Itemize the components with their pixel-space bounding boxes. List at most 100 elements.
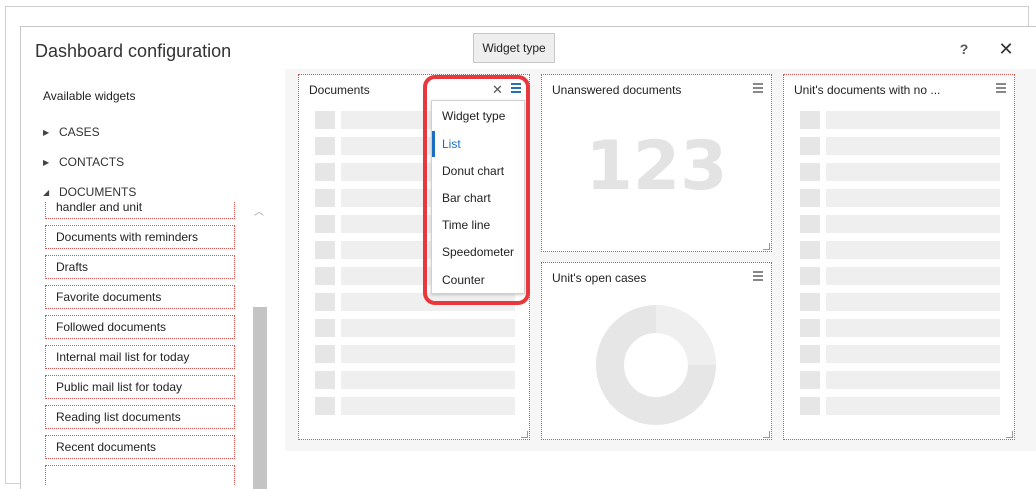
placeholder-row — [800, 163, 1000, 181]
placeholder-row — [800, 267, 1000, 285]
placeholder-bar — [826, 267, 1000, 285]
panel-unanswered-documents[interactable]: Unanswered documents 123 — [541, 74, 772, 252]
placeholder-square — [315, 319, 335, 337]
panel-menu-icon[interactable] — [753, 271, 763, 281]
panel-menu-icon[interactable] — [996, 83, 1006, 93]
placeholder-square — [315, 267, 335, 285]
placeholder-row — [800, 241, 1000, 259]
widget-item-partial[interactable] — [45, 465, 235, 485]
placeholder-bar — [341, 319, 515, 337]
menu-item-time-line[interactable]: Time line — [432, 212, 524, 238]
category-cases[interactable]: ▶ CASES — [43, 125, 100, 139]
placeholder-square — [315, 345, 335, 363]
widget-item-documents-with-reminders[interactable]: Documents with reminders — [45, 225, 235, 249]
menu-item-counter[interactable]: Counter — [432, 267, 524, 293]
placeholder-bar — [341, 345, 515, 363]
placeholder-square — [315, 293, 335, 311]
placeholder-square — [315, 397, 335, 415]
placeholder-square — [800, 189, 820, 207]
panel-menu-icon[interactable] — [511, 83, 521, 93]
widget-item-public-mail-list[interactable]: Public mail list for today — [45, 375, 235, 399]
placeholder-row — [800, 397, 1000, 415]
dialog-title: Dashboard configuration — [35, 41, 232, 61]
widget-item-reading-list-documents[interactable]: Reading list documents — [45, 405, 235, 429]
placeholder-bar — [826, 241, 1000, 259]
placeholder-bar — [341, 293, 515, 311]
widget-item-drafts[interactable]: Drafts — [45, 255, 235, 279]
menu-item-speedometer[interactable]: Speedometer — [432, 239, 524, 265]
placeholder-square — [800, 137, 820, 155]
widget-item-internal-mail-list[interactable]: Internal mail list for today — [45, 345, 235, 369]
panel-title: Unanswered documents — [552, 83, 682, 97]
menu-item-list[interactable]: List — [432, 131, 524, 157]
counter-placeholder: 123 — [585, 127, 728, 206]
placeholder-square — [315, 215, 335, 233]
placeholder-square — [315, 189, 335, 207]
placeholder-row — [315, 345, 515, 363]
placeholder-square — [800, 111, 820, 129]
resize-handle-icon[interactable] — [763, 243, 770, 250]
placeholder-square — [800, 163, 820, 181]
placeholder-square — [315, 241, 335, 259]
panel-units-open-cases[interactable]: Unit's open cases — [541, 262, 772, 440]
placeholder-row — [800, 345, 1000, 363]
placeholder-row — [800, 215, 1000, 233]
placeholder-square — [800, 241, 820, 259]
placeholder-row — [800, 293, 1000, 311]
widget-list: handler and unit Documents with reminder… — [45, 201, 241, 485]
expand-arrow-icon: ▶ — [43, 127, 50, 137]
panel-title: Unit's documents with no ... — [794, 83, 941, 97]
placeholder-row — [800, 319, 1000, 337]
donut-placeholder — [596, 305, 716, 425]
panel-title: Unit's open cases — [552, 271, 647, 285]
help-button[interactable]: ? — [956, 41, 972, 61]
dropdown-close-icon[interactable]: ✕ — [492, 82, 503, 98]
placeholder-row — [315, 319, 515, 337]
placeholder-bar — [341, 371, 515, 389]
widget-item-handler-and-unit[interactable]: handler and unit — [45, 201, 235, 219]
placeholder-square — [315, 371, 335, 389]
placeholder-bar — [826, 163, 1000, 181]
widget-type-tooltip: Widget type — [473, 33, 555, 63]
menu-header: Widget type — [442, 109, 506, 123]
panel-menu-icon[interactable] — [753, 83, 763, 93]
menu-item-bar-chart[interactable]: Bar chart — [432, 185, 524, 211]
expand-arrow-icon: ▶ — [43, 157, 50, 167]
placeholder-row — [800, 371, 1000, 389]
resize-handle-icon[interactable] — [521, 431, 528, 438]
placeholder-square — [800, 215, 820, 233]
placeholder-row — [800, 137, 1000, 155]
placeholder-bar — [826, 319, 1000, 337]
placeholder-row — [315, 371, 515, 389]
scrollbar-thumb[interactable] — [253, 307, 267, 489]
category-contacts[interactable]: ▶ CONTACTS — [43, 155, 124, 169]
placeholder-bar — [826, 397, 1000, 415]
placeholder-square — [800, 319, 820, 337]
panel-units-documents-no-handler[interactable]: Unit's documents with no ... — [783, 74, 1015, 440]
placeholder-square — [315, 111, 335, 129]
category-documents[interactable]: ◢ DOCUMENTS — [43, 185, 136, 199]
category-label: DOCUMENTS — [59, 185, 137, 199]
placeholder-square — [315, 137, 335, 155]
placeholder-bar — [826, 189, 1000, 207]
widget-item-favorite-documents[interactable]: Favorite documents — [45, 285, 235, 309]
collapse-arrow-icon: ◢ — [43, 187, 50, 197]
placeholder-bar — [826, 215, 1000, 233]
close-button[interactable]: ✕ — [997, 39, 1015, 59]
menu-item-donut-chart[interactable]: Donut chart — [432, 158, 524, 184]
placeholder-row — [800, 189, 1000, 207]
category-label: CONTACTS — [59, 155, 125, 169]
widget-type-menu: Widget type List Donut chart Bar chart T… — [431, 100, 525, 294]
placeholder-bar — [826, 371, 1000, 389]
placeholder-square — [800, 267, 820, 285]
widget-item-followed-documents[interactable]: Followed documents — [45, 315, 235, 339]
placeholder-bar — [826, 137, 1000, 155]
placeholder-row — [315, 397, 515, 415]
placeholder-square — [800, 293, 820, 311]
available-widgets-label: Available widgets — [43, 89, 136, 103]
scroll-up-icon[interactable]: ︿ — [253, 207, 265, 219]
placeholder-row — [315, 293, 515, 311]
resize-handle-icon[interactable] — [1006, 431, 1013, 438]
resize-handle-icon[interactable] — [763, 431, 770, 438]
widget-item-recent-documents[interactable]: Recent documents — [45, 435, 235, 459]
